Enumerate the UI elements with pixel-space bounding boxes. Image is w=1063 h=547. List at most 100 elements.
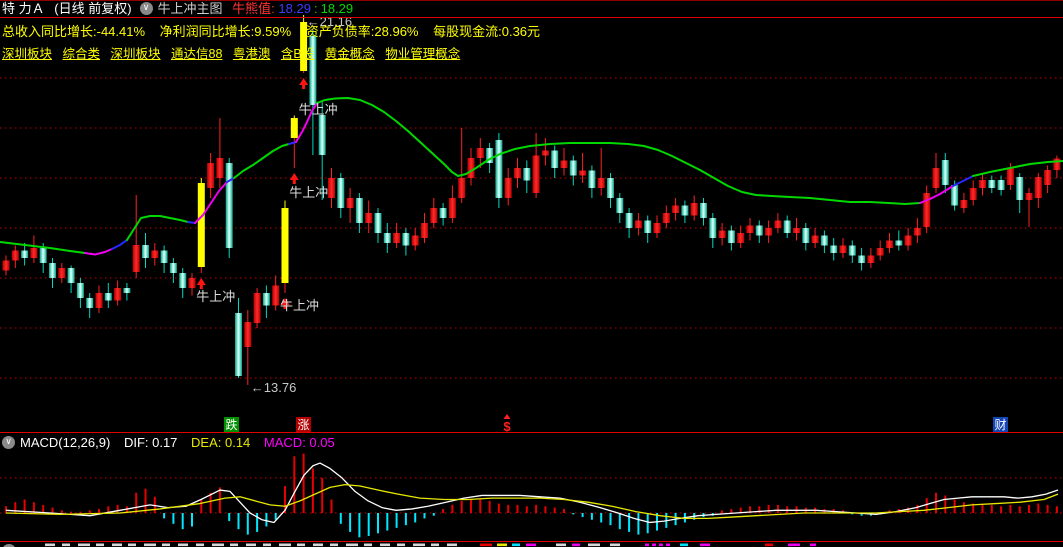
candle-down[interactable]: [681, 205, 689, 216]
candle-down[interactable]: [123, 288, 131, 293]
candle-up[interactable]: [532, 155, 540, 194]
candle-up[interactable]: [904, 235, 912, 246]
candle-down[interactable]: [402, 233, 410, 246]
candle-down[interactable]: [21, 250, 29, 259]
candle-highlighted[interactable]: [197, 183, 205, 267]
candle-up[interactable]: [216, 158, 224, 178]
candle-down[interactable]: [709, 218, 717, 238]
candle-down[interactable]: [988, 180, 996, 188]
candle-up[interactable]: [839, 245, 847, 254]
candle-up[interactable]: [969, 188, 977, 200]
candle-down[interactable]: [997, 180, 1005, 190]
candle-up[interactable]: [960, 200, 968, 208]
candle-up[interactable]: [1034, 177, 1042, 198]
candle-down[interactable]: [755, 225, 763, 236]
candle-up[interactable]: [328, 178, 335, 198]
candle-up[interactable]: [737, 233, 745, 243]
candle-down[interactable]: [895, 240, 903, 246]
candle-highlighted[interactable]: [281, 208, 289, 283]
candle-up[interactable]: [765, 228, 773, 236]
candle-down[interactable]: [355, 198, 363, 223]
candle-up[interactable]: [346, 198, 354, 208]
candle-down[interactable]: [262, 293, 270, 306]
candle-down[interactable]: [160, 250, 168, 264]
candle-down[interactable]: [616, 198, 624, 213]
candle-up[interactable]: [188, 278, 196, 288]
candle-up[interactable]: [476, 148, 484, 158]
candle-up[interactable]: [151, 250, 159, 259]
candle-down[interactable]: [820, 235, 828, 246]
candle-down[interactable]: [848, 245, 856, 256]
candle-up[interactable]: [95, 293, 103, 308]
candle-down[interactable]: [523, 168, 531, 181]
candle-up[interactable]: [923, 193, 931, 227]
candle-up[interactable]: [58, 268, 66, 278]
candle-up[interactable]: [672, 205, 680, 214]
candle-down[interactable]: [383, 233, 391, 243]
candle-up[interactable]: [867, 255, 875, 264]
candle-up[interactable]: [132, 245, 140, 272]
candle-up[interactable]: [514, 168, 521, 178]
sector-link-1[interactable]: 综合类: [63, 47, 101, 61]
candle-down[interactable]: [495, 140, 503, 198]
candle-down[interactable]: [318, 115, 326, 155]
candle-up[interactable]: [244, 322, 252, 347]
candle-up[interactable]: [1053, 158, 1061, 171]
candle-down[interactable]: [104, 293, 112, 301]
candle-down[interactable]: [951, 185, 959, 206]
candle-up[interactable]: [811, 235, 819, 244]
candle-up[interactable]: [579, 170, 587, 176]
sector-link-7[interactable]: 物业管理概念: [385, 47, 460, 61]
candle-up[interactable]: [1044, 170, 1052, 185]
candle-up[interactable]: [1006, 168, 1014, 185]
candle-down[interactable]: [235, 313, 242, 376]
candle-up[interactable]: [504, 178, 512, 198]
candle-up[interactable]: [932, 168, 940, 188]
candle-up[interactable]: [365, 213, 373, 223]
candle-up[interactable]: [458, 178, 466, 198]
candle-up[interactable]: [467, 158, 475, 178]
candle-up[interactable]: [634, 220, 642, 229]
candle-up[interactable]: [11, 250, 19, 261]
candle-down[interactable]: [1016, 177, 1024, 200]
candle-down[interactable]: [142, 245, 149, 258]
candle-up[interactable]: [393, 233, 401, 243]
chart-canvas[interactable]: 牛上冲牛上冲牛上冲牛上冲←13.76←21.16跌涨 $ 财: [0, 0, 1063, 547]
candle-down[interactable]: [551, 150, 559, 169]
sector-link-6[interactable]: 黄金概念: [325, 47, 375, 61]
sector-link-2[interactable]: 深圳板块: [111, 47, 161, 61]
candle-up[interactable]: [448, 198, 456, 218]
candle-up[interactable]: [272, 285, 280, 306]
candle-up[interactable]: [690, 203, 698, 216]
candle-down[interactable]: [607, 178, 614, 198]
chart-period-label[interactable]: (日线 前复权): [54, 1, 131, 16]
candle-down[interactable]: [644, 220, 652, 234]
money-marker-text[interactable]: $: [503, 419, 511, 434]
chevron-down-circle-icon[interactable]: [139, 1, 153, 15]
candle-down[interactable]: [169, 263, 177, 273]
sector-link-4[interactable]: 粤港澳: [233, 47, 271, 61]
candle-down[interactable]: [337, 178, 345, 208]
candle-up[interactable]: [662, 213, 670, 223]
candle-up[interactable]: [876, 248, 884, 256]
candle-up[interactable]: [793, 228, 800, 233]
candle-down[interactable]: [439, 208, 447, 218]
candle-down[interactable]: [783, 220, 791, 234]
sector-link-0[interactable]: 深圳板块: [2, 47, 52, 61]
candle-down[interactable]: [625, 213, 633, 228]
candle-down[interactable]: [49, 263, 56, 278]
candle-up[interactable]: [30, 248, 38, 258]
candle-up[interactable]: [560, 160, 568, 169]
candle-down[interactable]: [39, 248, 47, 263]
candle-down[interactable]: [374, 213, 382, 233]
candle-up[interactable]: [746, 225, 754, 234]
candle-up[interactable]: [207, 163, 215, 188]
candle-up[interactable]: [2, 260, 10, 271]
candle-up[interactable]: [421, 223, 428, 238]
chevron-down-circle-icon[interactable]: [2, 435, 15, 449]
candle-down[interactable]: [858, 255, 866, 264]
candle-down[interactable]: [700, 203, 707, 218]
candle-down[interactable]: [86, 298, 94, 308]
candle-up[interactable]: [411, 235, 419, 246]
candle-up[interactable]: [253, 293, 261, 323]
